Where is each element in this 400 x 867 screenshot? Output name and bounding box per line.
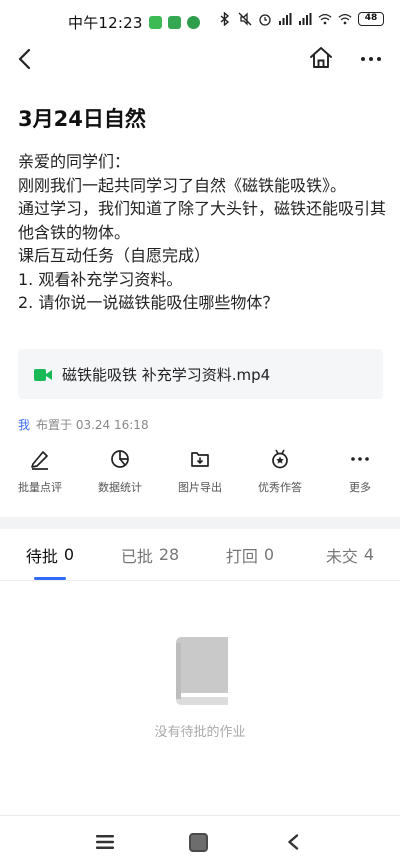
tab-label: 待批: [25, 546, 58, 566]
content-line: 刚刚我们一起共同学习了自然《磁铁能吸铁》。: [18, 175, 347, 195]
tab-count: 4: [363, 545, 375, 564]
tab-label: 未交: [325, 546, 358, 566]
tool-label: 图片导出: [178, 481, 222, 494]
tab-label: 打回: [225, 546, 258, 566]
download-box-icon: [191, 452, 209, 467]
content-line: 通过学习，我们知道了除了大头针，磁铁还能吸引其他含铁的物体。: [18, 199, 387, 242]
medal-icon: [272, 449, 288, 469]
batch-review-button[interactable]: 批量点评: [0, 448, 80, 504]
tab-returned[interactable]: 打回 0: [200, 529, 300, 580]
alarm-icon: [258, 12, 272, 26]
bluetooth-icon: [218, 12, 232, 26]
tab-reviewed[interactable]: 已批 28: [100, 529, 200, 580]
tool-label: 数据统计: [98, 481, 142, 494]
signal-icon: [278, 12, 292, 26]
status-bar: 中午12:23 48: [0, 0, 400, 40]
menu-icon[interactable]: [96, 834, 114, 850]
action-toolbar: 批量点评 数据统计 图片导出 优秀作答 更多: [0, 448, 400, 504]
pen-icon: [31, 451, 48, 470]
signal-icon: [298, 12, 312, 26]
wifi-icon: [338, 12, 352, 26]
video-icon: [34, 367, 52, 381]
wifi-icon: [318, 12, 332, 26]
posted-time: 布置于 03.24 16:18: [36, 418, 149, 432]
battery-indicator: 48: [358, 12, 384, 26]
home-square-icon[interactable]: [189, 833, 208, 852]
assignment-content: 亲爱的同学们： 刚刚我们一起共同学习了自然《磁铁能吸铁》。 通过学习，我们知道了…: [18, 150, 388, 315]
status-time: 中午12:23: [68, 14, 143, 32]
image-export-button[interactable]: 图片导出: [160, 448, 240, 504]
content-line: 2. 请你说一说磁铁能吸住哪些物体？: [18, 293, 279, 312]
book-icon: [170, 635, 232, 707]
post-meta: 我布置于 03.24 16:18: [18, 416, 149, 433]
back-icon[interactable]: [14, 46, 38, 72]
nav-bar: [0, 40, 400, 78]
pie-chart-icon: [111, 450, 129, 468]
review-tabs: 待批 0 已批 28 打回 0 未交 4: [0, 529, 400, 581]
tab-count: 0: [263, 545, 275, 564]
tab-count: 0: [63, 545, 75, 564]
content-line: 1. 观看补充学习资料。: [18, 269, 183, 289]
video-attachment[interactable]: 磁铁能吸铁 补充学习资料.mp4: [18, 349, 383, 399]
author-label: 我: [18, 418, 31, 432]
page-title: 3月24日自然: [18, 107, 146, 131]
content-line: 课后互动任务（自愿完成）: [18, 246, 211, 265]
back-triangle-icon[interactable]: [287, 834, 299, 850]
excellent-answers-button[interactable]: 优秀作答: [240, 448, 320, 504]
empty-state-text: 没有待批的作业: [154, 725, 246, 740]
tab-count: 28: [158, 545, 180, 564]
tool-label: 优秀作答: [258, 481, 302, 494]
more-icon: [351, 457, 369, 461]
section-divider: [0, 517, 400, 529]
gallery-notification-icon: [167, 16, 181, 29]
app-notification-icon: [186, 16, 200, 29]
tool-label: 更多: [349, 481, 371, 494]
mute-icon: [238, 12, 252, 26]
more-button[interactable]: 更多: [320, 448, 400, 504]
app-notification-icon: [148, 16, 162, 29]
attachment-filename: 磁铁能吸铁 补充学习资料.mp4: [62, 365, 271, 384]
content-line: 亲爱的同学们：: [18, 152, 131, 171]
tab-not-submitted[interactable]: 未交 4: [300, 529, 400, 580]
more-icon[interactable]: [358, 46, 384, 72]
tool-label: 批量点评: [18, 481, 62, 494]
home-icon[interactable]: [308, 45, 334, 71]
tab-pending[interactable]: 待批 0: [0, 529, 100, 580]
tab-label: 已批: [120, 546, 153, 566]
data-stats-button[interactable]: 数据统计: [80, 448, 160, 504]
system-nav-bar: [0, 815, 400, 867]
